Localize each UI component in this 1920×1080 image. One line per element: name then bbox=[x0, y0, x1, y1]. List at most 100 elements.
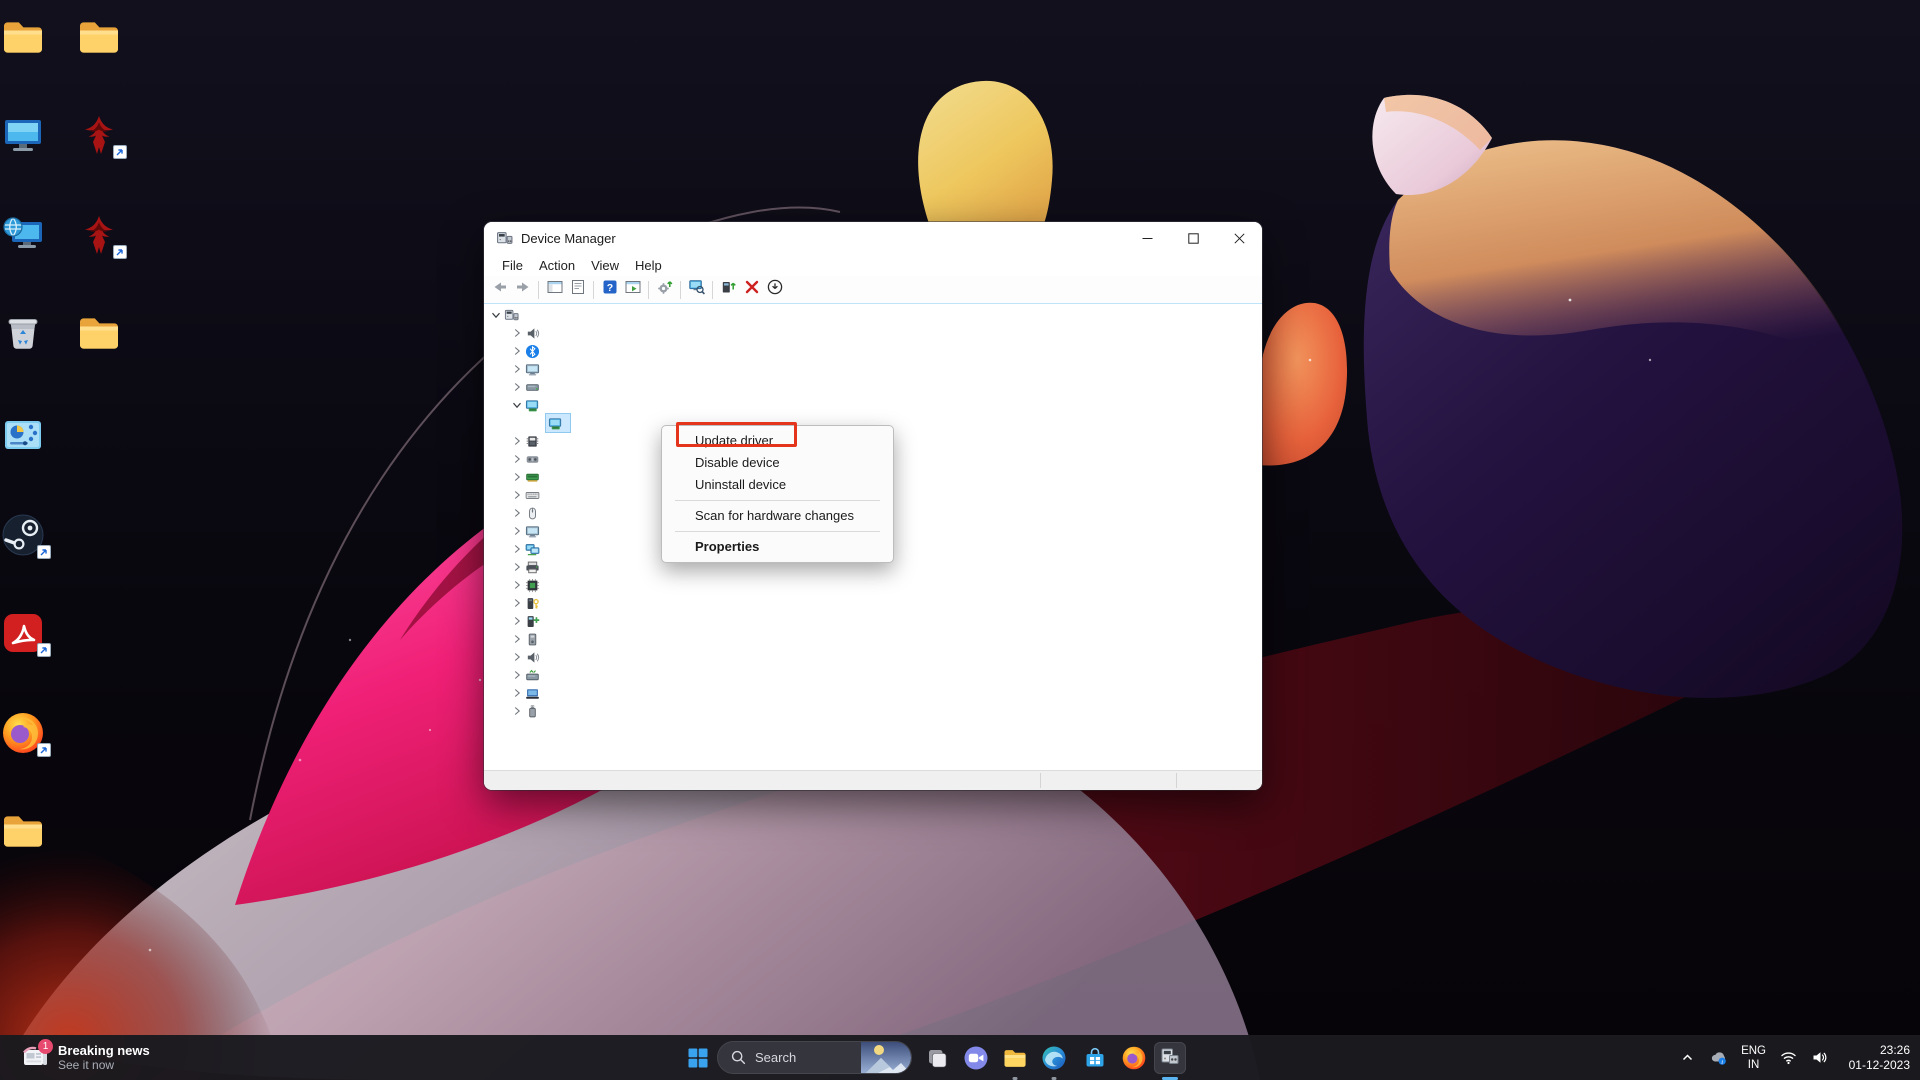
context-menu-item-properties[interactable]: Properties bbox=[662, 536, 893, 558]
device-manager-icon bbox=[496, 230, 513, 247]
chevron-down-icon[interactable] bbox=[509, 397, 525, 413]
tree-item-disk-drives[interactable] bbox=[484, 378, 1262, 396]
device-manager-taskbar-button[interactable] bbox=[1154, 1042, 1186, 1080]
update-driver-toolbar-button[interactable] bbox=[653, 279, 676, 301]
menu-action[interactable]: Action bbox=[531, 256, 583, 275]
desktop-icon-firefox[interactable] bbox=[0, 710, 76, 759]
chevron-right-icon[interactable] bbox=[509, 469, 525, 485]
menu-help[interactable]: Help bbox=[627, 256, 670, 275]
tray-chevron-up-icon[interactable] bbox=[1675, 1046, 1699, 1070]
chevron-right-icon[interactable] bbox=[509, 343, 525, 359]
uninstall-device-toolbar-button[interactable] bbox=[740, 279, 763, 301]
desktop-icon-quake3-team-arena[interactable] bbox=[76, 112, 152, 161]
properties-pane-toolbar-button[interactable] bbox=[566, 279, 589, 301]
tree-item-display-adapters[interactable] bbox=[484, 396, 1262, 414]
tree-item-blackbox[interactable] bbox=[484, 306, 1262, 324]
chevron-right-icon[interactable] bbox=[509, 379, 525, 395]
file-explorer-taskbar-button[interactable] bbox=[999, 1042, 1031, 1080]
chevron-down-icon[interactable] bbox=[488, 307, 504, 323]
volume-icon[interactable] bbox=[1807, 1046, 1831, 1070]
language-indicator[interactable]: ENG IN bbox=[1741, 1044, 1766, 1072]
tb-props-icon bbox=[569, 278, 587, 301]
maximize-button[interactable] bbox=[1170, 222, 1216, 254]
close-button[interactable] bbox=[1216, 222, 1262, 254]
desktop-icon-this-pc[interactable] bbox=[0, 112, 76, 161]
desktop-icon-acrobat-reader[interactable] bbox=[0, 610, 76, 659]
tree-item-computer[interactable] bbox=[484, 360, 1262, 378]
tree-item-sound-video-and-game-controllers[interactable] bbox=[484, 648, 1262, 666]
status-separator bbox=[1176, 773, 1177, 788]
clock[interactable]: 23:26 01-12-2023 bbox=[1838, 1043, 1910, 1073]
desktop-icon-network[interactable] bbox=[0, 212, 76, 261]
tree-item-security-devices[interactable] bbox=[484, 594, 1262, 612]
folder-icon bbox=[76, 14, 152, 60]
tree-item-audio-inputs-and-outputs[interactable] bbox=[484, 324, 1262, 342]
firefox-taskbar-button[interactable] bbox=[1118, 1042, 1150, 1074]
chevron-right-icon[interactable] bbox=[509, 703, 525, 719]
show-console-tree-toolbar-button[interactable] bbox=[543, 279, 566, 301]
widgets-button[interactable]: 1 Breaking news See it now bbox=[16, 1039, 156, 1075]
context-menu-separator bbox=[675, 531, 880, 532]
chevron-right-icon[interactable] bbox=[509, 649, 525, 665]
chevron-right-icon[interactable] bbox=[509, 631, 525, 647]
context-menu-item-uninstall-device[interactable]: Uninstall device bbox=[662, 474, 893, 496]
tree-item-software-components[interactable] bbox=[484, 612, 1262, 630]
search-box[interactable]: Search bbox=[717, 1041, 912, 1074]
tree-item-universal-serial-bus-controllers[interactable] bbox=[484, 702, 1262, 720]
desktop-icon-control-panel[interactable] bbox=[0, 412, 76, 461]
desktop-icon-recycle-bin[interactable] bbox=[0, 310, 76, 359]
tree-item-storage-controllers[interactable] bbox=[484, 666, 1262, 684]
minimize-button[interactable] bbox=[1124, 222, 1170, 254]
folder-icon bbox=[0, 14, 76, 60]
chevron-right-icon[interactable] bbox=[509, 667, 525, 683]
tree-item-system-devices[interactable] bbox=[484, 684, 1262, 702]
desktop-icon-random[interactable] bbox=[0, 808, 76, 857]
chevron-right-icon[interactable] bbox=[509, 505, 525, 521]
taskview-icon bbox=[924, 1045, 950, 1071]
edge-taskbar-button[interactable] bbox=[1038, 1042, 1070, 1080]
chevron-right-icon[interactable] bbox=[509, 523, 525, 539]
desktop-icon-windows[interactable] bbox=[76, 310, 152, 359]
tree-item-processors[interactable] bbox=[484, 576, 1262, 594]
disable-device-toolbar-button[interactable] bbox=[763, 279, 786, 301]
task-view-taskbar-button[interactable] bbox=[921, 1042, 953, 1074]
chevron-right-icon[interactable] bbox=[509, 325, 525, 341]
desktop-icon-xda[interactable] bbox=[76, 14, 152, 63]
desktop-icon-pradeep-menon[interactable] bbox=[0, 14, 76, 63]
tree-item-software-devices[interactable] bbox=[484, 630, 1262, 648]
context-menu-item-disable-device[interactable]: Disable device bbox=[662, 452, 893, 474]
action-pane-toolbar-button[interactable] bbox=[621, 279, 644, 301]
menu-file[interactable]: File bbox=[494, 256, 531, 275]
context-menu-item-scan-for-hardware-changes[interactable]: Scan for hardware changes bbox=[662, 505, 893, 527]
microsoft-store-taskbar-button[interactable] bbox=[1079, 1042, 1111, 1074]
chevron-right-icon[interactable] bbox=[509, 541, 525, 557]
recycle-bin-icon bbox=[0, 310, 76, 356]
help-toolbar-button[interactable]: ? bbox=[598, 279, 621, 301]
scan-hardware-toolbar-button[interactable] bbox=[685, 279, 708, 301]
chevron-right-icon[interactable] bbox=[509, 613, 525, 629]
shortcut-arrow-icon bbox=[37, 545, 51, 559]
desktop-icon-steam[interactable] bbox=[0, 512, 76, 561]
tree-item-bluetooth[interactable] bbox=[484, 342, 1262, 360]
bluetooth-icon bbox=[525, 344, 541, 359]
chevron-right-icon[interactable] bbox=[509, 433, 525, 449]
update-device-toolbar-button[interactable] bbox=[717, 279, 740, 301]
selected-tree-item[interactable] bbox=[545, 413, 571, 433]
chevron-right-icon[interactable] bbox=[509, 577, 525, 593]
chevron-right-icon[interactable] bbox=[509, 595, 525, 611]
chevron-right-icon[interactable] bbox=[509, 361, 525, 377]
forward-toolbar-button[interactable] bbox=[511, 279, 534, 301]
menu-view[interactable]: View bbox=[583, 256, 627, 275]
onedrive-icon[interactable]: i bbox=[1706, 1046, 1730, 1070]
chevron-right-icon[interactable] bbox=[509, 685, 525, 701]
chevron-right-icon[interactable] bbox=[509, 451, 525, 467]
desktop-icon-quake3-arena[interactable] bbox=[76, 212, 152, 261]
chevron-right-icon[interactable] bbox=[509, 487, 525, 503]
chat-taskbar-button[interactable] bbox=[960, 1042, 992, 1074]
wifi-icon[interactable] bbox=[1776, 1046, 1800, 1070]
chevron-right-icon[interactable] bbox=[509, 559, 525, 575]
back-toolbar-button[interactable] bbox=[488, 279, 511, 301]
network-pc-icon bbox=[0, 212, 76, 258]
window-titlebar[interactable]: Device Manager bbox=[484, 222, 1262, 254]
start-taskbar-button[interactable] bbox=[682, 1042, 714, 1074]
